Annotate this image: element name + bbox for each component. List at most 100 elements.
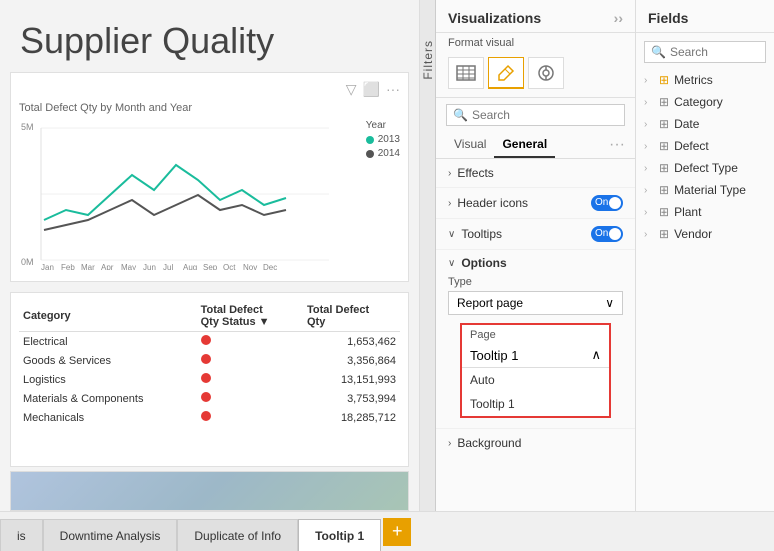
field-label-defect: Defect [674, 139, 709, 153]
tab-visual[interactable]: Visual [446, 132, 494, 158]
page-option-tooltip1[interactable]: Tooltip 1 [462, 392, 609, 416]
viz-panel-header: Visualizations ›› [436, 0, 635, 33]
type-label: Type [448, 276, 623, 288]
header-icons-section[interactable]: › Header icons On [436, 188, 635, 219]
expand-icon-plant: › [644, 207, 654, 218]
material-type-table-icon: ⊞ [659, 183, 669, 197]
chevron-right-icon[interactable]: ›› [614, 10, 623, 26]
field-item-metrics[interactable]: › ⊞ Metrics [636, 69, 774, 91]
cell-qty: 3,753,994 [303, 389, 400, 408]
field-item-date[interactable]: › ⊞ Date [636, 113, 774, 135]
fields-search-input[interactable] [670, 45, 759, 59]
tooltips-section[interactable]: ∨ Tooltips On [436, 219, 635, 250]
add-tab-button[interactable]: + [383, 518, 411, 546]
type-dropdown[interactable]: Report page ∨ [448, 291, 623, 315]
defect-type-table-icon: ⊞ [659, 161, 669, 175]
filter-icon[interactable]: ▽ [346, 81, 357, 98]
table-row: Goods & Services 3,356,864 [19, 351, 400, 370]
tab-is-label: is [17, 529, 26, 543]
tabs-more-icon[interactable]: ··· [609, 136, 625, 154]
chart-area: Year 2013 2014 5M 0M [19, 120, 400, 275]
page-dropdown-header[interactable]: Tooltip 1 ∧ [462, 343, 609, 368]
field-item-vendor[interactable]: › ⊞ Vendor [636, 223, 774, 245]
tooltips-toggle[interactable]: On [591, 226, 623, 242]
field-item-material-type[interactable]: › ⊞ Material Type [636, 179, 774, 201]
tab-duplicate-label: Duplicate of Info [194, 529, 281, 543]
header-icons-toggle[interactable]: On [591, 195, 623, 211]
vendor-table-icon: ⊞ [659, 227, 669, 241]
status-dot [201, 373, 211, 383]
options-chevron: ∨ [448, 258, 455, 269]
field-item-defect-type[interactable]: › ⊞ Defect Type [636, 157, 774, 179]
cell-status [197, 332, 303, 352]
tab-downtime[interactable]: Downtime Analysis [43, 519, 178, 551]
map-area [10, 471, 409, 511]
cell-status [197, 389, 303, 408]
viz-icon-analytics[interactable] [528, 57, 564, 89]
date-table-icon: ⊞ [659, 117, 669, 131]
legend-item-2013: 2013 [366, 134, 400, 145]
tab-tooltip1[interactable]: Tooltip 1 [298, 519, 381, 551]
viz-search-bar[interactable]: 🔍 [446, 104, 625, 126]
expand-icon-defect: › [644, 141, 654, 152]
fields-panel-header: Fields [636, 0, 774, 33]
toggle-on-label: On [595, 197, 608, 208]
field-label-category: Category [674, 95, 723, 109]
svg-text:5M: 5M [21, 122, 34, 132]
tab-is[interactable]: is [0, 519, 43, 551]
field-item-plant[interactable]: › ⊞ Plant [636, 201, 774, 223]
page-label: Page [462, 325, 609, 343]
tab-duplicate[interactable]: Duplicate of Info [177, 519, 298, 551]
effects-section[interactable]: › Effects [436, 159, 635, 188]
report-title: Supplier Quality [0, 0, 419, 72]
tooltips-chevron: ∨ [448, 229, 455, 240]
metrics-table-icon: ⊞ [659, 73, 669, 87]
background-label: Background [457, 436, 623, 450]
cell-qty: 1,653,462 [303, 332, 400, 352]
svg-text:Jun: Jun [143, 263, 156, 270]
viz-panel-title: Visualizations [448, 10, 541, 26]
format-visual-label: Format visual [436, 33, 635, 53]
viz-panel-icons: ›› [614, 10, 623, 26]
svg-text:Oct: Oct [223, 263, 236, 270]
type-value: Report page [457, 296, 523, 310]
defect-table-icon: ⊞ [659, 139, 669, 153]
svg-text:Aug: Aug [183, 263, 197, 270]
field-item-defect[interactable]: › ⊞ Defect [636, 135, 774, 157]
svg-text:May: May [121, 263, 136, 270]
page-option-auto[interactable]: Auto [462, 368, 609, 392]
svg-text:Dec: Dec [263, 263, 277, 270]
more-icon[interactable]: ··· [386, 81, 400, 98]
data-table: Category Total DefectQty Status ▼ Total … [10, 292, 409, 467]
svg-text:Apr: Apr [101, 263, 114, 270]
fields-search-bar[interactable]: 🔍 [644, 41, 766, 63]
page-current-value: Tooltip 1 [470, 348, 518, 363]
cell-category: Electrical [19, 332, 197, 352]
options-section: ∨ Options Type Report page ∨ Page Toolti… [436, 250, 635, 424]
status-dot [201, 354, 211, 364]
cell-qty: 18,285,712 [303, 408, 400, 427]
viz-icon-table[interactable] [448, 57, 484, 89]
viz-search-input[interactable] [472, 108, 618, 122]
legend-dot-2013 [366, 136, 374, 144]
cell-qty: 3,356,864 [303, 351, 400, 370]
col-qty: Total DefectQty [303, 301, 400, 332]
line-chart-svg: 5M 0M Jan Feb Mar Apr May [19, 120, 329, 270]
tab-general[interactable]: General [494, 132, 555, 158]
table-row: Electrical 1,653,462 [19, 332, 400, 352]
bottom-tabs: is Downtime Analysis Duplicate of Info T… [0, 511, 774, 551]
expand-icon[interactable]: ⬜ [363, 81, 380, 98]
tab-downtime-label: Downtime Analysis [60, 529, 161, 543]
background-section[interactable]: › Background [436, 428, 635, 457]
visualizations-panel: Visualizations ›› Format visual [436, 0, 636, 511]
filter-sidebar[interactable]: Filters [420, 0, 436, 511]
viz-icon-paint[interactable] [488, 57, 524, 89]
chart-title: Total Defect Qty by Month and Year [19, 102, 400, 114]
field-item-category[interactable]: › ⊞ Category [636, 91, 774, 113]
expand-icon-metrics: › [644, 75, 654, 86]
header-icons-label: Header icons [457, 196, 591, 210]
status-dot [201, 411, 211, 421]
col-category: Category [19, 301, 197, 332]
options-header[interactable]: ∨ Options [448, 256, 623, 270]
svg-text:Jan: Jan [41, 263, 54, 270]
